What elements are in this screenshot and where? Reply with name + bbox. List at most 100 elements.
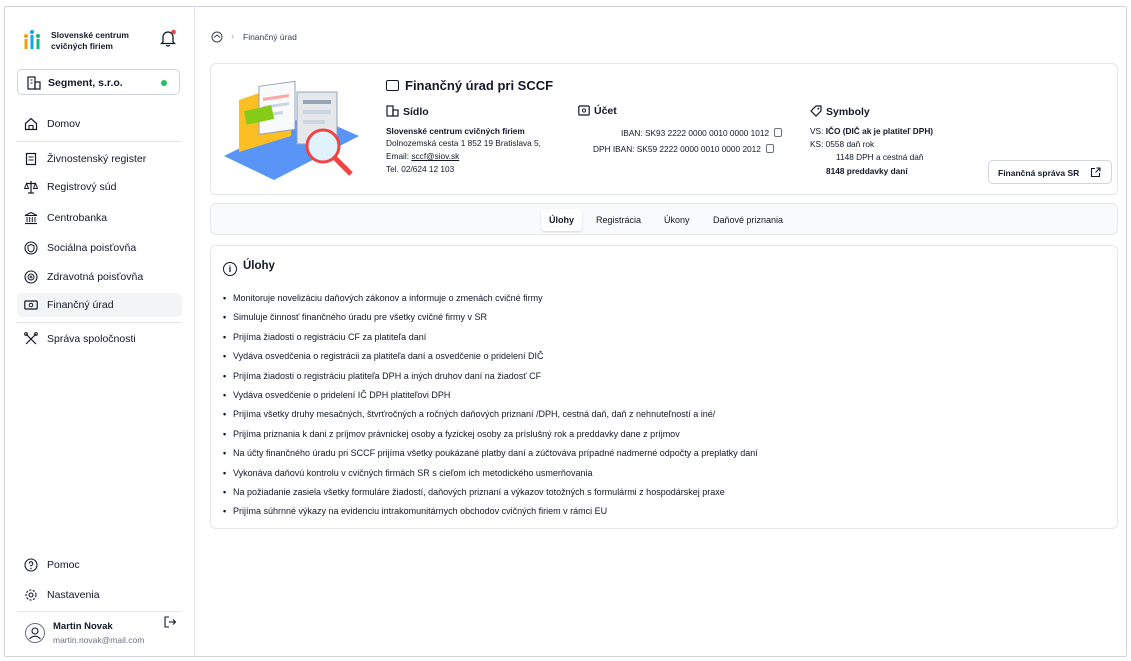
sidebar-item-sprava-spolocnosti[interactable]: Správa spoločnosti: [17, 327, 182, 351]
sidebar-item-financny-urad[interactable]: Finančný úrad: [17, 293, 182, 317]
sidlo-heading-text: Sídlo: [403, 106, 429, 118]
sidebar-item-label: Sociálna poisťovňa: [47, 242, 137, 254]
tools-icon: [24, 332, 38, 345]
sidebar-item-label: Zdravotná poisťovňa: [47, 271, 144, 283]
sidebar-item-label: Nastavenia: [47, 589, 100, 601]
list-item: Prijíma žiadosti o registráciu platiteľa…: [223, 370, 758, 389]
copy-icon[interactable]: [774, 128, 783, 137]
tab-registracia[interactable]: Registrácia: [588, 209, 649, 231]
list-item: Vykonáva daňovú kontrolu v cvičných firm…: [223, 467, 758, 486]
ks-row: KS: 0558 daň rok: [810, 139, 875, 149]
scales-icon: [24, 181, 38, 194]
list-item: Prijíma súhrnné výkazy na evidenciu intr…: [223, 505, 758, 524]
tasks-title: i Úlohy: [223, 260, 275, 276]
sidlo-heading: Sídlo: [386, 105, 429, 118]
list-item: Simuluje činnosť finančného úradu pre vš…: [223, 311, 758, 330]
logout-icon[interactable]: [163, 615, 177, 629]
external-link-icon: [1090, 167, 1101, 178]
list-item: Prijíma priznania k dani z príjmov právn…: [223, 428, 758, 447]
email-label: Email:: [386, 151, 410, 161]
vs-row: VS: IČO (DIČ ak je platiteľ DPH): [810, 126, 933, 136]
list-item: Na účty finančného úradu pri SCCF prijím…: [223, 447, 758, 466]
tasks-card: i Úlohy Monitoruje novelizáciu daňových z…: [210, 245, 1118, 529]
ks-row-3: 8148 preddavky daní: [826, 166, 908, 176]
sidebar-item-socialna-poistovna[interactable]: Sociálna poisťovňa: [17, 236, 182, 260]
list-item: Vydáva osvedčenie o pridelení IČ DPH pla…: [223, 389, 758, 408]
money-icon: [578, 105, 590, 116]
email-link[interactable]: sccf@siov.sk: [411, 151, 459, 161]
sidebar-item-label: Finančný úrad: [47, 299, 114, 311]
sccf-logo-icon: [24, 30, 40, 49]
sidlo-email-row: Email: sccf@siov.sk: [386, 151, 459, 161]
copy-icon[interactable]: [765, 144, 774, 153]
tab-ulohy[interactable]: Úlohy: [541, 209, 583, 231]
org-name-line1: Slovenské centrum: [51, 30, 129, 40]
dph-iban-text: DPH IBAN: SK59 2222 0000 0010 0000 2012: [593, 144, 761, 154]
sidlo-address: Dolnozemská cesta 1 852 19 Bratislava 5,: [386, 138, 541, 148]
office-title-text: Finančný úrad pri SCCF: [405, 78, 554, 93]
home-icon[interactable]: [211, 31, 223, 43]
sidebar-item-centrobanka[interactable]: Centrobanka: [17, 206, 182, 230]
list-item: Vydáva osvedčenia o registrácii za plati…: [223, 350, 758, 369]
org-header: Slovenské centrum cvičných firiem: [23, 27, 183, 53]
breadcrumb-current: Finančný úrad: [243, 32, 297, 42]
sidebar-item-pomoc[interactable]: Pomoc: [17, 553, 182, 577]
shield-icon: [24, 241, 38, 255]
status-dot: [161, 80, 167, 86]
building-icon: [27, 76, 41, 90]
sidebar-item-label: Domov: [47, 118, 81, 130]
ucet-heading-text: Účet: [594, 105, 617, 117]
tax-illustration: [224, 80, 359, 180]
vs-prefix: VS:: [810, 126, 826, 136]
sidlo-phone: Tel. 02/624 12 103: [386, 164, 455, 174]
sidebar-item-domov[interactable]: Domov: [17, 112, 182, 136]
office-title: Finančný úrad pri SCCF: [386, 78, 553, 93]
iban-row: IBAN: SK93 2222 0000 0010 0000 1012: [621, 128, 783, 138]
sidebar-item-label: Správa spoločnosti: [47, 333, 136, 345]
gear-icon: [25, 589, 37, 601]
sidebar-item-registrovy-sud[interactable]: Registrový súd: [17, 175, 182, 199]
tag-icon: [810, 105, 822, 117]
dph-iban-row: DPH IBAN: SK59 2222 0000 0010 0000 2012: [593, 144, 774, 154]
user-name: Martin Novak: [53, 621, 113, 632]
avatar: [25, 623, 45, 643]
sidebar-item-nastavenia[interactable]: Nastavenia: [17, 583, 182, 607]
sidebar-item-label: Registrový súd: [47, 181, 117, 193]
financna-sprava-label: Finančná správa SR: [998, 168, 1080, 178]
home-icon: [24, 117, 38, 131]
user-icon: [29, 627, 41, 640]
sidebar-item-zdravotna-poistovna[interactable]: Zdravotná poisťovňa: [17, 265, 182, 289]
financna-sprava-button[interactable]: Finančná správa SR: [988, 160, 1112, 184]
sidebar-item-label: Živnostenský register: [47, 153, 147, 165]
divider: [17, 322, 182, 323]
notification-bell-icon[interactable]: [160, 29, 176, 47]
ucet-heading: Účet: [578, 105, 617, 117]
divider: [17, 141, 182, 142]
tab-danove-priznania[interactable]: Daňové priznania: [705, 209, 791, 231]
sidebar: Slovenské centrum cvičných firiem Segmen…: [5, 7, 195, 656]
vs-value: IČO (DIČ ak je platiteľ DPH): [825, 126, 934, 136]
list-item: Prijíma všetky druhy mesačných, štvrťroč…: [223, 408, 758, 427]
sidlo-name: Slovenské centrum cvičných firiem: [386, 126, 525, 136]
iban-text: IBAN: SK93 2222 0000 0010 0000 1012: [621, 128, 770, 138]
divider: [17, 611, 182, 612]
org-name-line2: cvičných firiem: [51, 41, 113, 51]
info-icon: i: [223, 262, 237, 276]
user-profile[interactable]: Martin Novak martin.novak@mail.com: [17, 615, 182, 651]
symboly-heading: Symboly: [810, 105, 870, 118]
sidebar-item-label: Centrobanka: [47, 212, 108, 224]
bank-icon: [24, 211, 38, 225]
money-icon: [386, 80, 399, 91]
app-window: Slovenské centrum cvičných firiem Segmen…: [4, 6, 1127, 657]
tasks-title-text: Úlohy: [243, 260, 275, 272]
symboly-heading-text: Symboly: [826, 106, 870, 118]
tab-bar: Úlohy Registrácia Úkony Daňové priznania: [210, 203, 1118, 235]
company-name: Segment, s.r.o.: [48, 77, 123, 89]
building-icon: [386, 105, 399, 117]
ks-row-2: 1148 DPH a cestná daň: [836, 152, 924, 162]
list-item: Monitoruje novelizáciu daňových zákonov …: [223, 292, 758, 311]
user-email: martin.novak@mail.com: [53, 635, 145, 645]
company-selector[interactable]: Segment, s.r.o.: [17, 69, 180, 95]
sidebar-item-zivnostensky-register[interactable]: Živnostenský register: [17, 147, 182, 171]
tab-ukony[interactable]: Úkony: [656, 209, 698, 231]
